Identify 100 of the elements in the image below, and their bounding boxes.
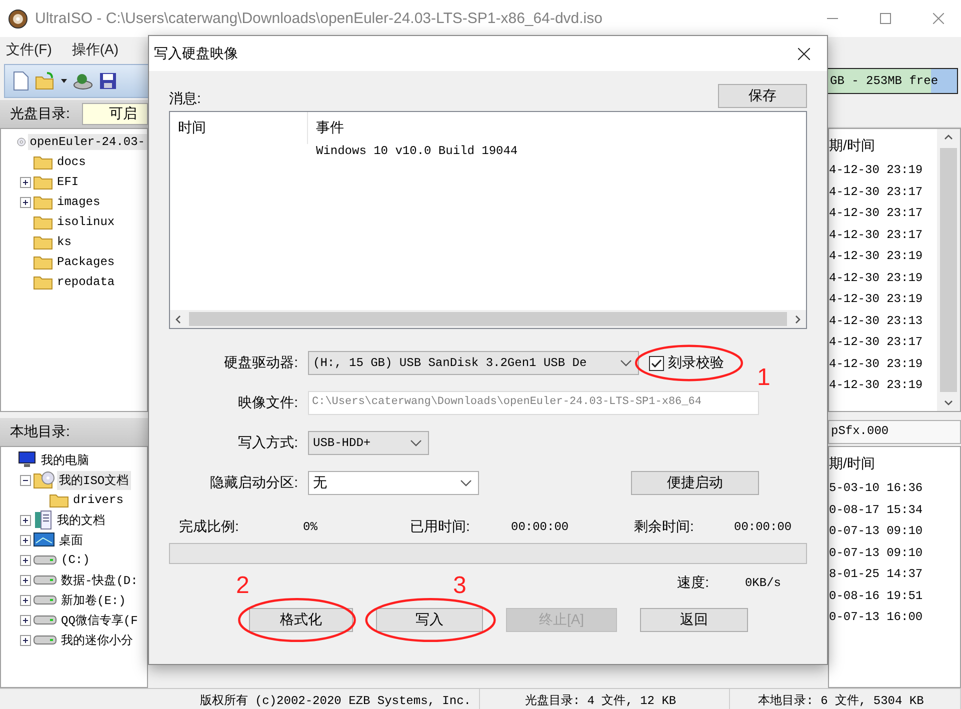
new-file-icon[interactable]: [13, 71, 29, 91]
field-label: 硬盘驱动器:: [223, 354, 298, 372]
drive-select[interactable]: (H:, 15 GB) USB SanDisk 3.2Gen1 USB De: [308, 351, 639, 375]
tree-item[interactable]: Packages: [55, 254, 117, 270]
speed-label: 速度:: [677, 574, 709, 592]
minimize-icon[interactable]: [826, 18, 838, 20]
date-cell-text: 8-01-25 14:37: [829, 567, 924, 583]
expand-icon[interactable]: [20, 634, 31, 646]
folder-icon: [33, 274, 53, 290]
progress-label: 完成比例:: [179, 518, 240, 536]
field-label: 写入方式:: [237, 434, 298, 452]
column-header[interactable]: 时间: [170, 112, 308, 144]
save-button[interactable]: 保存: [718, 84, 807, 108]
date-cell-text: 4-12-30 23:17: [829, 206, 924, 222]
checkbox[interactable]: [649, 356, 664, 370]
date-cell-text: 0-08-17 15:34: [829, 502, 924, 518]
tree-item[interactable]: isolinux: [55, 214, 117, 230]
expand-icon[interactable]: [20, 196, 31, 208]
field-label: 映像文件:: [237, 394, 298, 412]
event-cell-text: Windows 10 v10.0 Build 19044: [315, 144, 519, 158]
scroll-down-icon[interactable]: [944, 398, 953, 407]
tree-item[interactable]: 我的电脑: [39, 450, 91, 470]
collapse-icon[interactable]: [20, 474, 31, 486]
quick-boot-button[interactable]: 便捷启动: [631, 471, 759, 495]
maximize-icon[interactable]: [880, 13, 890, 24]
date-cell-text: 4-12-30 23:17: [829, 228, 924, 244]
folder-disc-icon: [33, 470, 55, 490]
tree-item[interactable]: drivers: [71, 492, 126, 508]
tree-item[interactable]: 桌面: [57, 530, 85, 550]
scrollbar[interactable]: [170, 310, 806, 328]
date-cell-text: 0-07-13 16:00: [829, 610, 924, 626]
annotation-number: 3: [453, 574, 466, 598]
date-cell-text: 5-03-10 16:36: [829, 481, 924, 497]
dropdown-caret-icon[interactable]: [61, 79, 67, 83]
folder-icon: [33, 254, 53, 270]
expand-icon[interactable]: [20, 554, 31, 566]
column-header[interactable]: 期/时间: [829, 137, 937, 163]
tree-item[interactable]: EFI: [55, 174, 81, 190]
folder-icon: [33, 174, 53, 190]
progress-label: 已用时间:: [410, 518, 471, 536]
menu-item[interactable]: 操作(A): [72, 40, 119, 58]
tree-item[interactable]: QQ微信专享(F: [59, 610, 140, 630]
date-cell-text: 0-07-13 09:10: [829, 546, 924, 562]
folder-icon: [33, 154, 53, 170]
tree-item[interactable]: 新加卷(E:): [59, 590, 128, 610]
dialog-button[interactable]: 返回: [640, 608, 748, 632]
date-cell-text: 4-12-30 23:19: [829, 163, 924, 179]
expand-icon[interactable]: [20, 176, 31, 188]
tree-item[interactable]: 数据-快盘(D:: [59, 570, 140, 590]
boot-field[interactable]: 可启: [82, 103, 148, 125]
computer-icon: [17, 451, 37, 469]
tree-item[interactable]: 我的ISO文档: [57, 470, 131, 490]
date-cell-text: 4-12-30 23:13: [829, 314, 924, 330]
dialog-button[interactable]: 格式化: [249, 608, 353, 632]
tree-item[interactable]: (C:): [59, 552, 92, 568]
column-header[interactable]: 期/时间: [829, 455, 960, 481]
scroll-up-icon[interactable]: [944, 133, 953, 142]
tree-item[interactable]: 我的文档: [55, 510, 107, 530]
tree-item[interactable]: 我的迷你小分: [59, 630, 135, 650]
expand-icon[interactable]: [20, 574, 31, 586]
menu-item[interactable]: 文件(F): [6, 40, 52, 58]
scroll-right-icon[interactable]: [793, 314, 802, 324]
date-cell-text: 4-12-30 23:19: [829, 249, 924, 265]
app-icon: [8, 8, 28, 28]
tree-item[interactable]: repodata: [55, 274, 117, 290]
close-icon[interactable]: [798, 48, 810, 60]
date-cell-text: 4-12-30 23:19: [829, 270, 924, 286]
dropdown-caret-icon: [410, 439, 422, 447]
tree-item[interactable]: openEuler-24.03-: [28, 134, 147, 150]
folder-icon: [33, 214, 53, 230]
expand-icon[interactable]: [20, 534, 31, 546]
drive-icon: [33, 594, 57, 606]
expand-icon[interactable]: [20, 594, 31, 606]
scrollbar[interactable]: [937, 129, 960, 411]
field-label: 隐藏启动分区:: [209, 474, 298, 492]
date-cell-text: 4-12-30 23:19: [829, 292, 924, 308]
folder-icon: [33, 194, 53, 210]
drive-icon: [33, 574, 57, 586]
hidden-partition-select[interactable]: 无: [308, 471, 479, 495]
write-method-select[interactable]: USB-HDD+: [308, 431, 429, 455]
tree-item[interactable]: ks: [55, 234, 74, 250]
date-cell-text: 0-07-13 09:10: [829, 524, 924, 540]
path-field[interactable]: pSfx.000: [828, 420, 961, 444]
date-cell-text: 4-12-30 23:17: [829, 184, 924, 200]
progress-value: 00:00:00: [734, 520, 793, 534]
save-icon[interactable]: [99, 72, 117, 90]
drive-icon: [33, 614, 57, 626]
window-title: UltraISO - C:\Users\caterwang\Downloads\openEuler-24.03-LTS-SP1-x86_64-dvd.iso: [35, 10, 604, 27]
expand-icon[interactable]: [20, 614, 31, 626]
annotation-number: 2: [236, 574, 250, 598]
status-text: 版权所有 (c)2002-2020 EZB Systems, Inc.: [0, 689, 480, 709]
speed-value: 0KB/s: [744, 576, 781, 590]
tree-item[interactable]: images: [55, 194, 102, 210]
date-cell-text: 0-08-16 19:51: [829, 588, 924, 604]
pane-label: 本地目录:: [10, 423, 70, 441]
tree-item[interactable]: docs: [55, 154, 88, 170]
column-header[interactable]: 事件: [308, 112, 806, 144]
expand-icon[interactable]: [20, 514, 31, 526]
dialog-button[interactable]: 写入: [376, 608, 483, 632]
scroll-left-icon[interactable]: [174, 314, 183, 324]
